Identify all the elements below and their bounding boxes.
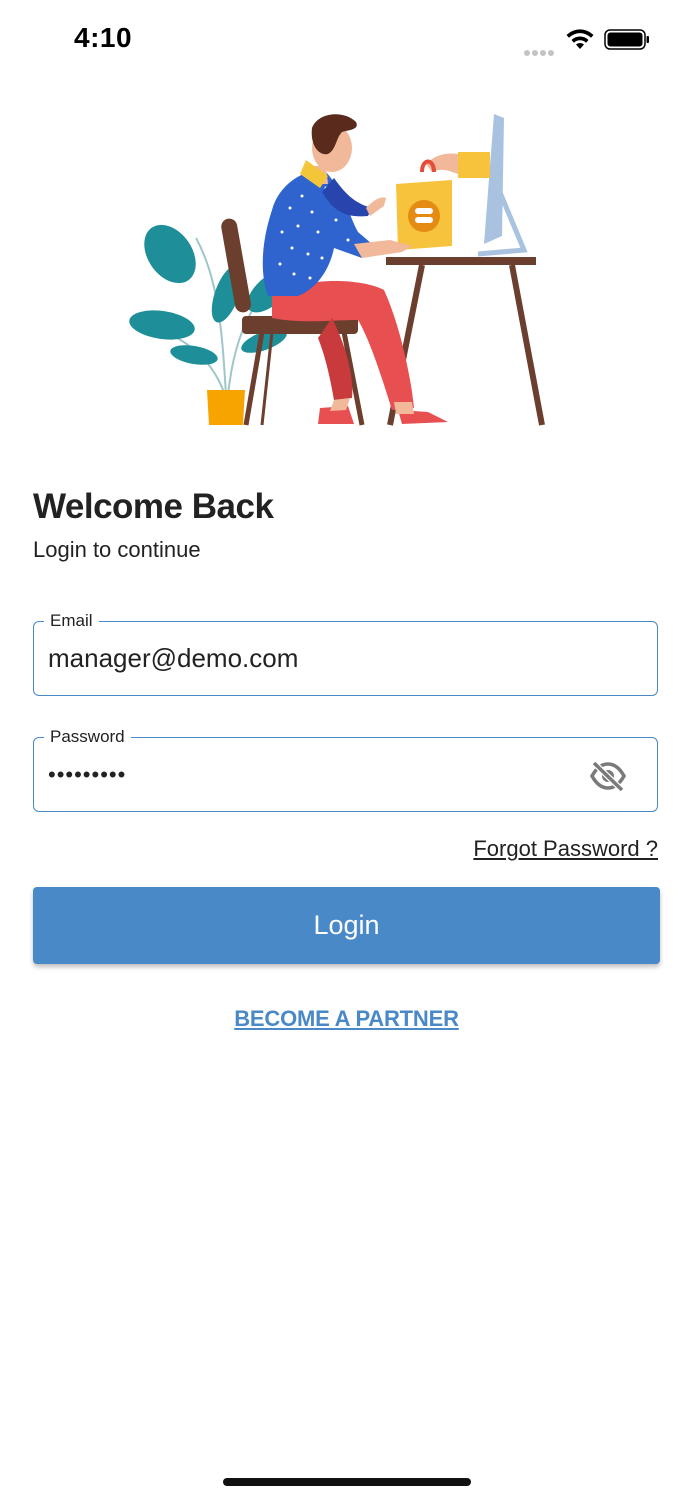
- password-input[interactable]: [48, 738, 587, 811]
- become-partner-link[interactable]: BECOME A PARTNER: [0, 1006, 693, 1032]
- shopping-bag-illustration: [396, 152, 490, 250]
- wifi-icon: [566, 29, 594, 49]
- status-time: 4:10: [74, 22, 133, 53]
- person-ordering-food-illustration: [129, 114, 545, 426]
- login-button[interactable]: Login: [33, 887, 660, 964]
- signal-icon: [524, 43, 558, 56]
- email-input[interactable]: [48, 622, 587, 695]
- password-field[interactable]: Password: [33, 726, 658, 812]
- email-field[interactable]: Email: [33, 610, 658, 696]
- page-subtitle: Login to continue: [33, 537, 201, 562]
- monitor-illustration: [477, 114, 528, 257]
- forgot-password-link[interactable]: Forgot Password ?: [473, 836, 658, 862]
- login-screen: 4:10 Welcome Back Login to continue Emai…: [0, 0, 693, 1500]
- page-title: Welcome Back: [33, 487, 274, 526]
- home-indicator[interactable]: [223, 1478, 471, 1486]
- battery-icon: [604, 29, 649, 50]
- eye-off-icon[interactable]: [589, 760, 627, 792]
